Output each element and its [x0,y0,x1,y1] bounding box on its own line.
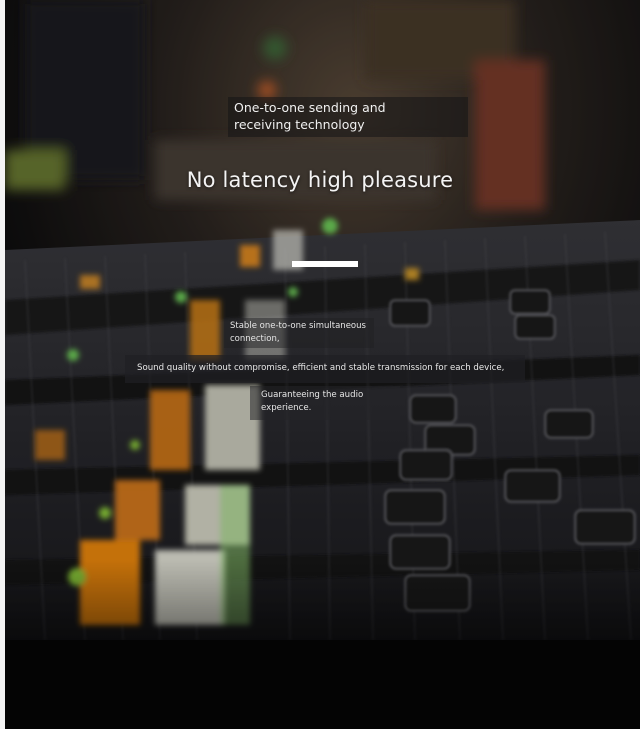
detail-line: connection, [230,334,280,344]
detail-panel-experience: Guaranteeing the audio experience. [250,386,400,420]
subtitle-panel: One-to-one sending and receiving technol… [228,97,468,137]
detail-line: Sound quality without compromise, effici… [137,363,505,373]
headline: No latency high pleasure [186,168,454,192]
detail-panel-quality: Sound quality without compromise, effici… [125,355,525,383]
detail-line: experience. [261,403,312,413]
detail-line: Guaranteeing the audio [261,390,364,400]
accent-divider [292,261,358,267]
detail-line: Stable one-to-one simultaneous [230,321,366,331]
detail-panel-connection: Stable one-to-one simultaneous connectio… [224,318,374,348]
subtitle-line: receiving technology [234,117,365,132]
subtitle-line: One-to-one sending and [234,100,386,115]
banner-stage: One-to-one sending and receiving technol… [0,0,640,729]
